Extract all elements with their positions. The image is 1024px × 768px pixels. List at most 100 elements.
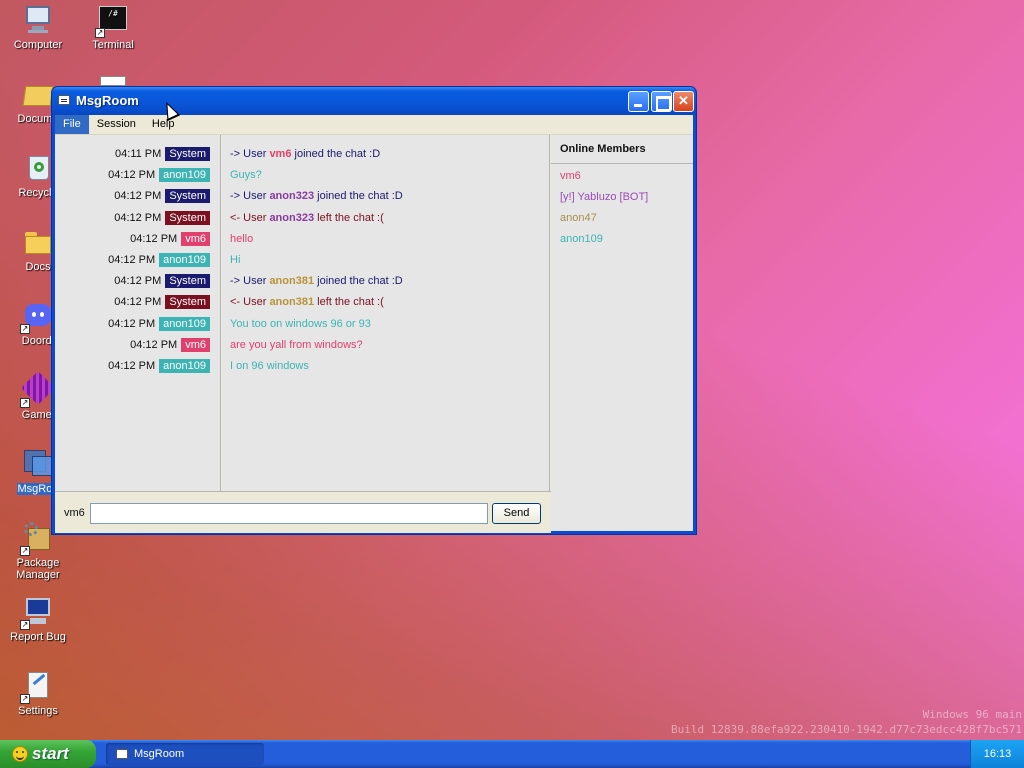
username: anon381 [269, 275, 315, 287]
timestamp-pane: 04:11 PM System 04:12 PM anon109 04:12 PM Sys… [55, 135, 221, 491]
message-time: 04:12 PM [114, 296, 162, 308]
message-meta-row: 04:12 PM anon109 [108, 358, 210, 374]
message-meta-row: 04:12 PM vm6 [130, 231, 210, 247]
online-members-title: Online Members [560, 143, 646, 155]
send-button[interactable]: Send [492, 503, 541, 524]
sender-badge[interactable]: vm6 [181, 338, 210, 352]
message-time: 04:11 PM [115, 148, 162, 160]
system-text: -> User [230, 275, 270, 287]
message-time: 04:12 PM [130, 339, 178, 351]
online-member[interactable]: [y!] Yabluzo [BOT] [560, 191, 648, 203]
taskbar: start MsgRoom 16:13 [0, 740, 1024, 768]
menu-session[interactable]: Session [89, 115, 144, 134]
message-time: 04:12 PM [130, 233, 178, 245]
message-text-row: I on 96 windows [230, 358, 309, 374]
sender-badge[interactable]: anon109 [159, 253, 210, 267]
message-text: Guys? [230, 169, 262, 181]
message-text-row: <- User anon323 left the chat :( [230, 210, 384, 226]
system-text: joined the chat :D [314, 275, 403, 287]
message-time: 04:12 PM [114, 190, 162, 202]
username: vm6 [269, 148, 292, 160]
message-text-row: Hi [230, 252, 240, 268]
nickname-label: vm6 [64, 507, 85, 519]
message-time: 04:12 PM [114, 212, 162, 224]
message-text-row: Guys? [230, 167, 262, 183]
sender-badge[interactable]: anon109 [159, 317, 210, 331]
message-text-row: -> User anon323 joined the chat :D [230, 188, 403, 204]
window-title: MsgRoom [76, 93, 139, 108]
desktop-icon-computer[interactable]: Computer [0, 4, 76, 51]
taskbar-item-msgroom[interactable]: MsgRoom [106, 743, 264, 765]
bug-report-icon: ↗ [20, 596, 54, 630]
menu-help[interactable]: Help [144, 115, 183, 134]
sender-badge[interactable]: System [165, 189, 210, 203]
username: anon381 [269, 296, 315, 308]
chat-icon [58, 95, 70, 105]
system-text: joined the chat :D [314, 190, 403, 202]
desktop-icon-settings[interactable]: ↗ Settings [0, 670, 76, 717]
message-text: hello [230, 233, 254, 245]
system-text: -> User [230, 148, 270, 160]
hidden-file-icon [100, 76, 126, 86]
message-text-row: are you yall from windows? [230, 337, 363, 353]
menu-file[interactable]: File [55, 115, 89, 134]
sender-badge[interactable]: System [165, 274, 210, 288]
computer-icon [22, 4, 54, 36]
sender-badge[interactable]: System [165, 211, 210, 225]
close-icon: ✕ [678, 93, 689, 108]
sender-badge[interactable]: System [165, 147, 210, 161]
online-members-pane: Online Members vm6 [y!] Yabluzo [BOT] anon… [551, 135, 693, 531]
message-meta-row: 04:12 PM anon109 [108, 316, 210, 332]
system-text: left the chat :( [314, 212, 384, 224]
title-bar[interactable]: MsgRoom ✕ [52, 87, 696, 115]
online-member[interactable]: anon109 [560, 233, 603, 245]
watermark-line-1: Windows 96 main [922, 708, 1022, 721]
sender-badge[interactable]: vm6 [181, 232, 210, 246]
sender-badge[interactable]: System [165, 295, 210, 309]
package-icon: ↗ [20, 522, 54, 556]
system-text: <- User [230, 296, 270, 308]
msgroom-icon [22, 448, 54, 480]
smiley-icon [12, 746, 28, 762]
online-member[interactable]: anon47 [560, 212, 597, 224]
sender-badge[interactable]: anon109 [159, 168, 210, 182]
maximize-button[interactable] [651, 91, 672, 112]
system-tray-clock[interactable]: 16:13 [970, 740, 1024, 768]
message-meta-row: 04:12 PM System [114, 273, 210, 289]
sender-badge[interactable]: anon109 [159, 359, 210, 373]
chat-icon [116, 749, 128, 759]
close-button[interactable]: ✕ [673, 91, 694, 112]
start-button[interactable]: start [0, 740, 96, 768]
terminal-icon: /# ↗ [95, 4, 129, 38]
message-input[interactable] [90, 503, 488, 524]
desktop-icon-terminal[interactable]: /# ↗ Terminal [75, 4, 151, 51]
message-text-row: <- User anon381 left the chat :( [230, 294, 384, 310]
message-text: I on 96 windows [230, 360, 309, 372]
recycle-bin-icon [22, 152, 54, 184]
message-time: 04:12 PM [114, 275, 162, 287]
minimize-button[interactable] [628, 91, 649, 112]
message-text-row: -> User anon381 joined the chat :D [230, 273, 403, 289]
message-text-row: -> User vm6 joined the chat :D [230, 146, 380, 162]
online-member[interactable]: vm6 [560, 170, 581, 182]
message-meta-row: 04:12 PM vm6 [130, 337, 210, 353]
message-meta-row: 04:12 PM anon109 [108, 252, 210, 268]
system-text: left the chat :( [314, 296, 384, 308]
watermark-line-2: Build 12839.88efa922.230410-1942.d77c73e… [671, 723, 1022, 736]
start-label: start [32, 744, 69, 763]
system-text: <- User [230, 212, 270, 224]
message-pane[interactable]: -> User vm6 joined the chat :D Guys? -> Us… [222, 135, 550, 491]
window-client: File Session Help 04:11 PM System 04:12 PM… [55, 115, 693, 533]
message-time: 04:12 PM [108, 254, 156, 266]
settings-icon: ↗ [20, 670, 54, 704]
message-meta-row: 04:11 PM System [115, 146, 210, 162]
menu-bar: File Session Help [55, 115, 693, 135]
divider [551, 163, 693, 164]
message-text-row: You too on windows 96 or 93 [230, 316, 371, 332]
message-text: are you yall from windows? [230, 339, 363, 351]
message-meta-row: 04:12 PM anon109 [108, 167, 210, 183]
system-text: -> User [230, 190, 270, 202]
desktop-icon-report-bug[interactable]: ↗ Report Bug [0, 596, 76, 643]
message-text-row: hello [230, 231, 253, 247]
message-meta-row: 04:12 PM System [114, 188, 210, 204]
